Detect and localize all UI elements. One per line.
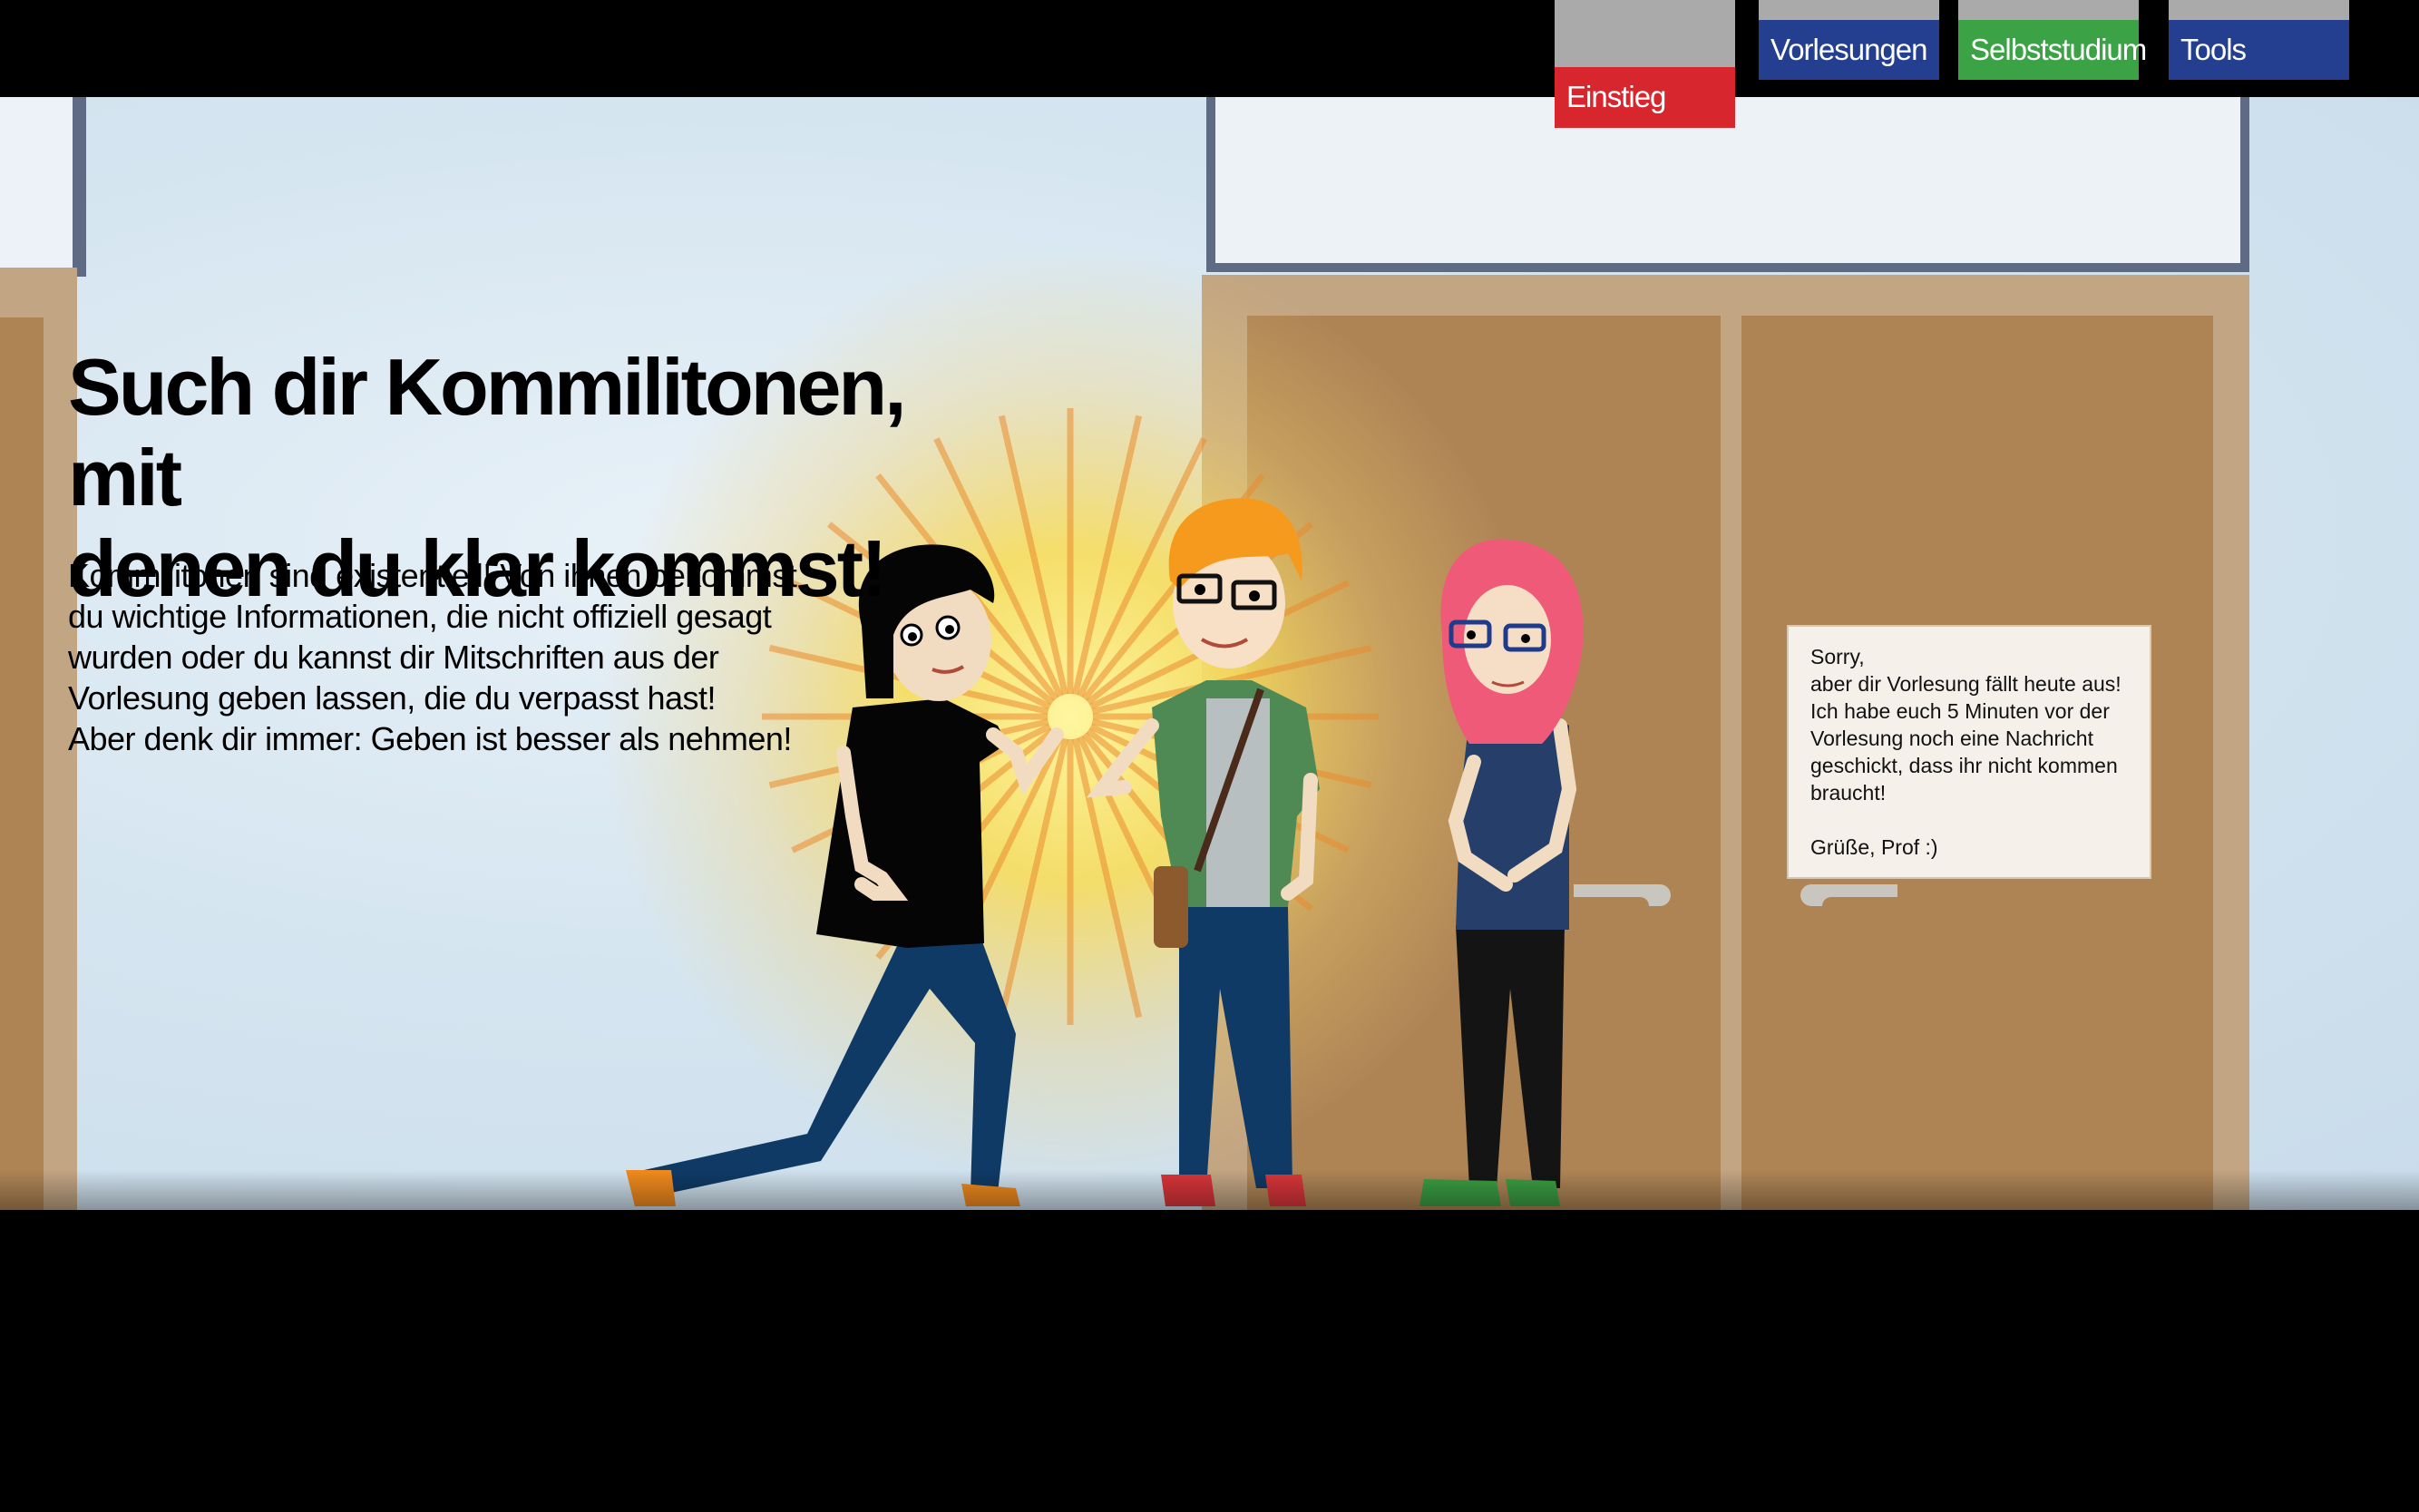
tab-label: Einstieg [1555,67,1735,128]
bottom-bar [0,1210,2419,1512]
door-note: Sorry, aber dir Vorlesung fällt heute au… [1787,625,2151,879]
tab-vorlesungen[interactable]: Vorlesungen [1759,0,1939,80]
note-line: braucht! [1810,781,1887,805]
left-door [0,317,44,1210]
intro-text: Kommilitonen sind existentiell! Von ihne… [68,555,848,759]
tab-cap [1958,0,2139,20]
tab-cap [1555,0,1735,67]
tab-label: Selbststudium [1958,20,2147,80]
tab-label: Tools [2169,20,2349,80]
note-line: Ich habe euch 5 Minuten vor der [1810,699,2110,723]
title-line: Such dir Kommilitonen, mit [68,342,907,522]
intro-line: du wichtige Informationen, die nicht off… [68,598,772,635]
top-nav-bar: Einstieg Vorlesungen Selbststudium Tools [0,0,2419,128]
intro-line: Vorlesung geben lassen, die du verpasst … [68,679,717,717]
tab-einstieg[interactable]: Einstieg [1555,0,1735,128]
note-line: aber dir Vorlesung fällt heute aus! [1810,672,2122,696]
note-line: geschickt, dass ihr nicht kommen [1810,754,2118,777]
scene-stage: Such dir Kommilitonen, mit denen du klar… [0,97,2419,1210]
note-line: Grüße, Prof :) [1810,835,1938,859]
note-line: Vorlesung noch eine Nachricht [1810,727,2093,750]
tab-tools[interactable]: Tools [2169,0,2349,80]
intro-line: Aber denk dir immer: Geben ist besser al… [68,720,792,757]
note-line [1810,806,2128,834]
tab-label: Vorlesungen [1759,20,1939,80]
intro-line: wurden oder du kannst dir Mitschriften a… [68,639,719,676]
intro-line: Kommilitonen sind existentiell! Von ihne… [68,557,797,594]
tab-selbststudium[interactable]: Selbststudium [1958,0,2147,80]
left-window [0,97,86,277]
tab-cap [1759,0,1939,20]
tab-cap [2169,0,2349,20]
note-line: Sorry, [1810,645,1865,668]
